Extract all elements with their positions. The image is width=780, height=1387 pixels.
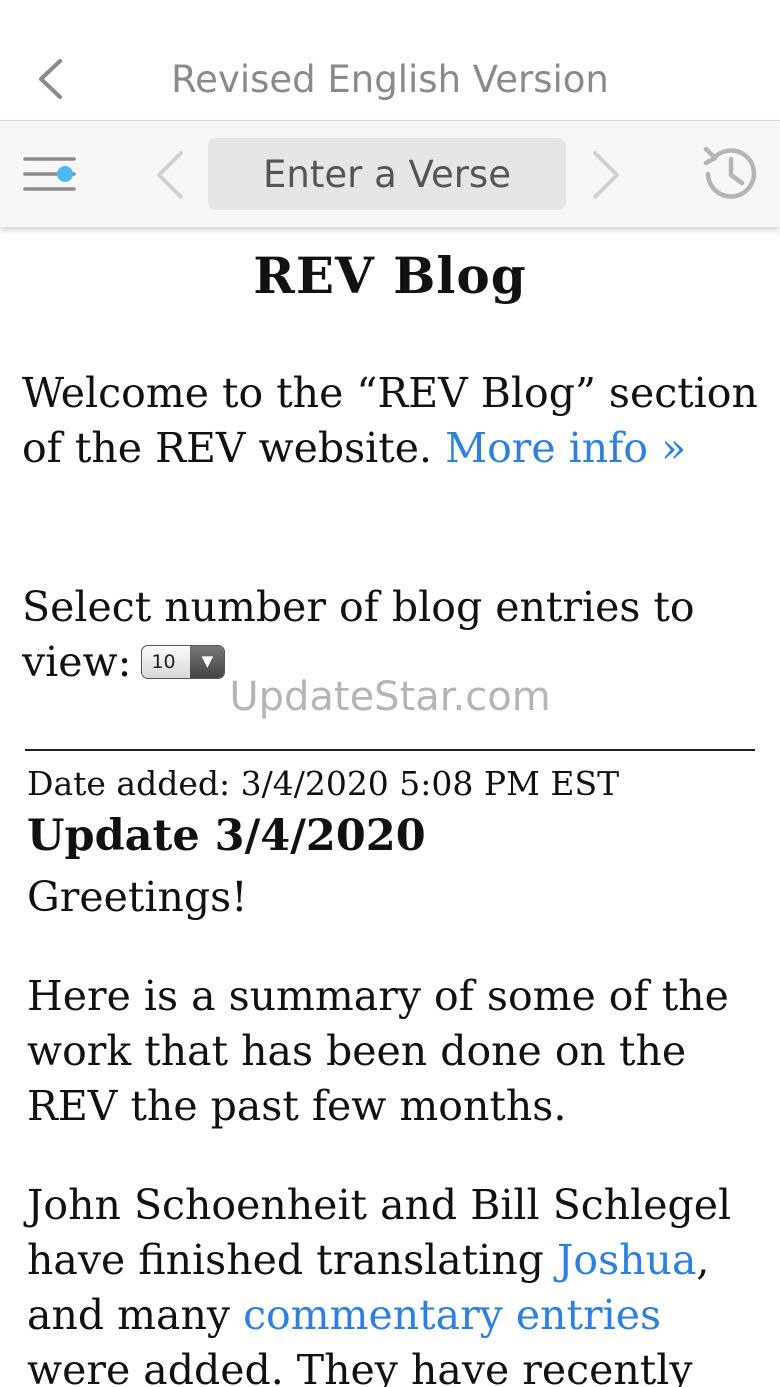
more-info-link[interactable]: More info » [445, 424, 686, 472]
next-verse-button[interactable] [584, 147, 628, 203]
entry-body: Greetings! Here is a summary of some of … [27, 870, 767, 1387]
dropdown-arrow-icon: ▼ [190, 645, 225, 678]
nav-title: Revised English Version [171, 58, 609, 101]
chevron-left-icon [157, 151, 183, 199]
previous-verse-button[interactable] [148, 147, 192, 203]
entries-count-value: 10 [151, 650, 176, 673]
entry-date: Date added: 3/4/2020 5:08 PM EST [27, 764, 620, 803]
welcome-paragraph: Welcome to the “REV Blog” section of the… [22, 366, 762, 476]
commentary-entries-link[interactable]: commentary entries [243, 1291, 661, 1339]
entries-count-label: Select number of blog entries to view: [22, 583, 695, 686]
entry-title: Update 3/4/2020 [27, 811, 426, 861]
entry-paragraph-2: John Schoenheit and Bill Schlegel have f… [27, 1178, 767, 1387]
paragraph-text: were added. They have recently [27, 1346, 693, 1387]
page-title: REV Blog [253, 246, 527, 305]
joshua-link[interactable]: Joshua [557, 1236, 696, 1284]
navigation-bar: Revised English Version [0, 0, 780, 121]
menu-toggle-icon [23, 157, 76, 191]
history-button[interactable] [698, 141, 764, 207]
history-clock-icon [703, 146, 757, 199]
entry-paragraph-1: Here is a summary of some of the work th… [27, 972, 729, 1130]
chevron-right-icon [593, 151, 619, 199]
entries-count-row: Select number of blog entries to view: 10… [22, 580, 762, 690]
menu-toggle-button[interactable] [22, 151, 78, 199]
blog-content: REV Blog Welcome to the “REV Blog” secti… [0, 230, 780, 1387]
verse-input[interactable] [208, 138, 566, 210]
entry-greeting: Greetings! [27, 873, 248, 921]
toolbar [0, 121, 780, 227]
entries-count-select[interactable]: 10 ▼ [141, 644, 226, 679]
divider [25, 749, 755, 751]
